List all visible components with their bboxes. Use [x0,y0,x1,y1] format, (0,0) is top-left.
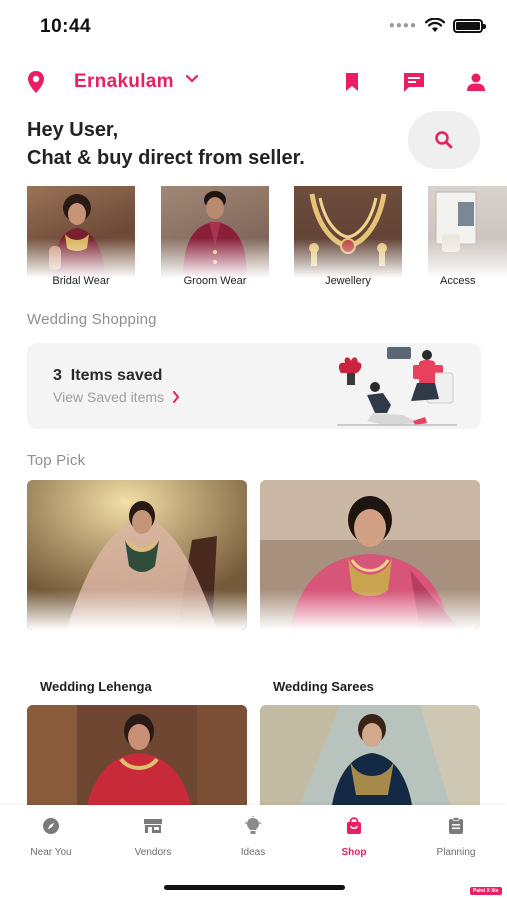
category-label: Access [440,275,476,287]
store-icon [144,819,162,833]
product-card-saree[interactable] [260,705,480,805]
view-saved-items-link[interactable]: View Saved items [53,389,180,405]
status-time: 10:44 [40,16,92,37]
location-selector[interactable]: Ernakulam [74,71,174,93]
view-saved-items-label: View Saved items [53,389,165,405]
section-title-wedding-shopping: Wedding Shopping [27,311,157,328]
user-icon [467,73,485,91]
category-bridal-wear[interactable]: Bridal Wear [27,186,135,287]
section-title-top-pick: Top Pick [27,452,86,469]
top-pick-wedding-sarees-card[interactable] [260,480,480,630]
category-label: Groom Wear [183,275,247,287]
lehenga-product-image [27,705,247,805]
wedding-sarees-image [260,480,480,630]
top-pick-wedding-lehenga-card[interactable] [27,480,247,630]
nav-label: Planning [436,847,476,858]
category-image [428,186,507,278]
saved-items-card[interactable]: 3 Items saved View Saved items [27,343,481,429]
saree-product-image [260,705,480,805]
nav-label: Ideas [240,847,266,858]
app-header: Ernakulam [0,62,507,102]
category-label: Jewellery [325,275,371,287]
bookmark-button[interactable] [338,68,366,96]
wedding-lehenga-image [27,480,247,630]
location-pin-icon[interactable] [26,70,46,94]
status-bar: 10:44 ●●●● [0,0,507,52]
nav-label: Shop [341,847,367,858]
nav-label: Vendors [134,847,172,858]
category-accessories[interactable]: Access [428,186,507,287]
saved-count-number: 3 [53,367,62,384]
watermark-badge: Paint X lite [470,887,502,895]
nav-item-near-you[interactable]: Near You [11,815,91,861]
shopping-bag-icon [347,817,361,834]
status-icons: ●●●● [388,18,486,33]
wifi-icon [425,18,445,32]
clipboard-icon [449,817,463,834]
bookmark-icon [346,73,358,91]
top-pick-label-sarees: Wedding Sarees [273,679,374,694]
bottom-navigation: Near You Vendors Ideas Shop Planning [0,805,507,867]
bulb-icon [245,816,261,834]
profile-button[interactable] [462,68,490,96]
signal-icon: ●●●● [388,20,417,31]
search-icon [435,131,453,149]
category-image [161,186,269,278]
category-image [27,186,135,278]
battery-icon [453,18,486,33]
greeting-text: Hey User, Chat & buy direct from seller. [27,116,305,172]
greeting-line-1: Hey User, [27,119,119,141]
chat-icon [404,73,424,92]
top-pick-label-lehenga: Wedding Lehenga [40,679,152,694]
home-indicator[interactable] [164,885,345,890]
shopping-illustration [337,347,457,426]
saved-items-count: 3 Items saved [53,367,162,385]
nav-item-ideas[interactable]: Ideas [213,815,293,861]
category-image [294,186,402,278]
nav-item-vendors[interactable]: Vendors [113,815,193,861]
saved-count-text: Items saved [70,367,163,384]
greeting-line-2: Chat & buy direct from seller. [27,147,305,169]
category-carousel[interactable]: Bridal Wear Groom Wear Jewellery Access [27,186,507,292]
chevron-down-icon[interactable] [185,74,199,84]
nav-item-planning[interactable]: Planning [416,815,496,861]
nav-item-shop[interactable]: Shop [314,815,394,861]
category-groom-wear[interactable]: Groom Wear [161,186,269,287]
chevron-right-icon [173,391,180,403]
chat-button[interactable] [400,68,428,96]
category-jewellery[interactable]: Jewellery [294,186,402,287]
compass-icon [43,818,59,834]
search-button[interactable] [408,111,480,169]
product-card-lehenga[interactable] [27,705,247,805]
nav-label: Near You [30,847,72,858]
category-label: Bridal Wear [52,275,110,287]
